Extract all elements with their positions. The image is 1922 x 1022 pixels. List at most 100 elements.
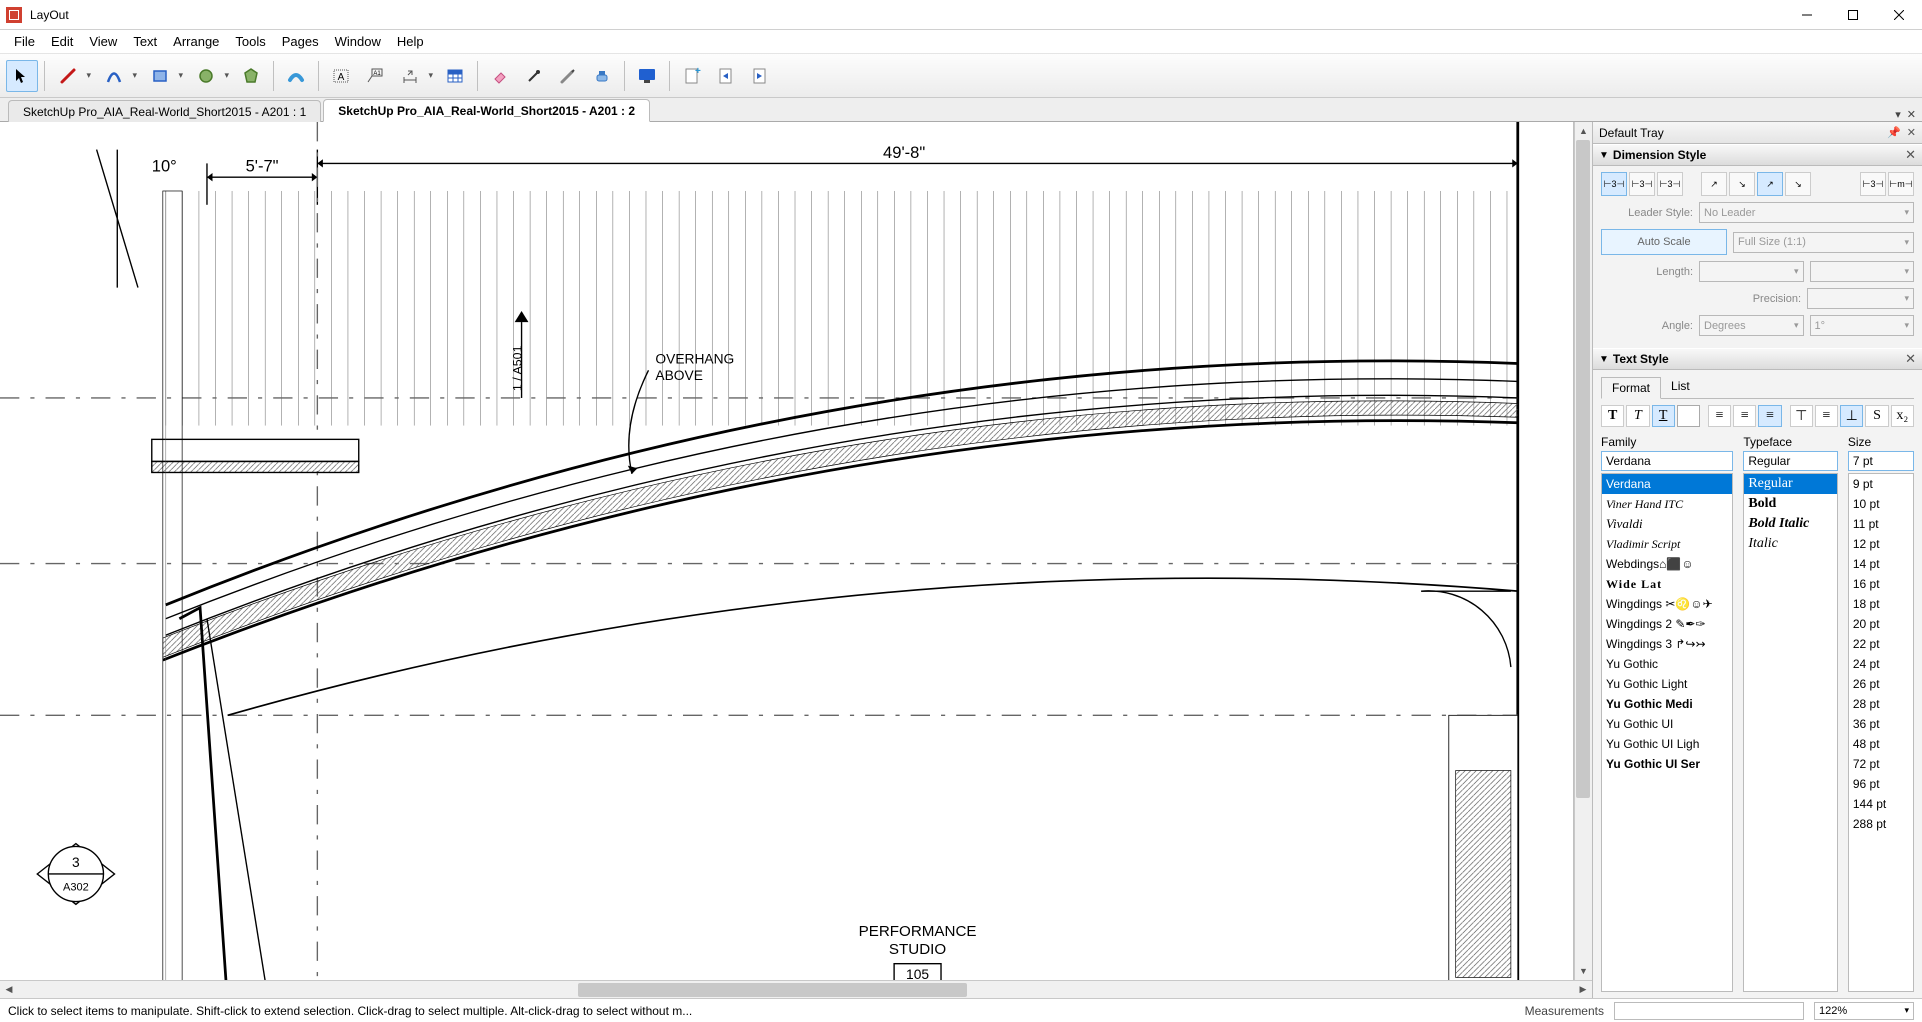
minimize-button[interactable] (1784, 0, 1830, 30)
bold-button[interactable]: T (1601, 405, 1624, 427)
vertical-scrollbar[interactable]: ▲ ▼ (1574, 122, 1592, 980)
family-input[interactable] (1601, 451, 1733, 471)
size-list[interactable]: 9 pt10 pt11 pt12 pt14 pt16 pt18 pt20 pt2… (1848, 473, 1914, 992)
italic-button[interactable]: T (1626, 405, 1649, 427)
document-tab-active[interactable]: SketchUp Pro_AIA_Real-World_Short2015 - … (323, 99, 650, 122)
size-option[interactable]: 144 pt (1849, 794, 1913, 814)
dim-ext-icon[interactable]: ⊢m⊣ (1888, 172, 1914, 196)
family-option[interactable]: Yu Gothic Medi (1602, 694, 1732, 714)
family-option[interactable]: Wide Lat (1602, 574, 1732, 594)
dim-align-auto-icon[interactable]: ↗ (1757, 172, 1783, 196)
style-tool[interactable] (518, 60, 550, 92)
family-option[interactable]: Wingdings ✂♌☺✈ (1602, 594, 1732, 614)
circle-tool[interactable] (189, 60, 233, 92)
size-option[interactable]: 11 pt (1849, 514, 1913, 534)
scroll-right-icon[interactable]: ▶ (1574, 982, 1592, 998)
menu-tools[interactable]: Tools (227, 31, 273, 52)
size-option[interactable]: 14 pt (1849, 554, 1913, 574)
prev-page-tool[interactable] (710, 60, 742, 92)
panel-close-icon[interactable]: ✕ (1905, 147, 1916, 163)
size-option[interactable]: 9 pt (1849, 474, 1913, 494)
add-page-tool[interactable]: + (676, 60, 708, 92)
tray-header[interactable]: Default Tray 📌✕ (1593, 122, 1922, 144)
align-center-button[interactable]: ≡ (1733, 405, 1756, 427)
size-option[interactable]: 288 pt (1849, 814, 1913, 834)
size-option[interactable]: 36 pt (1849, 714, 1913, 734)
align-right-button[interactable]: ≡ (1758, 405, 1781, 427)
menu-window[interactable]: Window (327, 31, 389, 52)
panel-close-icon[interactable]: ✕ (1905, 351, 1916, 367)
maximize-button[interactable] (1830, 0, 1876, 30)
dim-text-center-icon[interactable]: ⊢3⊣ (1629, 172, 1655, 196)
subtab-format[interactable]: Format (1601, 377, 1661, 399)
tray-close-icon[interactable]: ✕ (1907, 126, 1916, 139)
join-tool[interactable] (586, 60, 618, 92)
polygon-tool[interactable] (235, 60, 267, 92)
scrollbar-thumb[interactable] (1576, 140, 1590, 798)
drawing-canvas[interactable]: 3 A302 OVERHANG ABOVE 1 / A501 P (0, 122, 1574, 980)
label-tool[interactable]: A1 (359, 60, 391, 92)
dim-text-below-icon[interactable]: ⊢3⊣ (1657, 172, 1683, 196)
offset-tool[interactable] (280, 60, 312, 92)
eraser-tool[interactable] (484, 60, 516, 92)
subtab-list[interactable]: List (1661, 376, 1700, 398)
align-left-button[interactable]: ≡ (1708, 405, 1731, 427)
subscript-button[interactable]: x₂ (1891, 405, 1914, 427)
size-option[interactable]: 96 pt (1849, 774, 1913, 794)
dim-align-v-icon[interactable]: ↘ (1729, 172, 1755, 196)
pin-icon[interactable]: 📌 (1887, 126, 1901, 139)
tab-dropdown-icon[interactable]: ▾ (1895, 108, 1901, 121)
size-option[interactable]: 24 pt (1849, 654, 1913, 674)
zoom-select[interactable]: 122% (1814, 1002, 1914, 1020)
typeface-option[interactable]: Italic (1744, 534, 1837, 554)
angle-unit-select[interactable]: Degrees (1699, 315, 1804, 336)
size-option[interactable]: 28 pt (1849, 694, 1913, 714)
size-option[interactable]: 10 pt (1849, 494, 1913, 514)
family-option[interactable]: Yu Gothic Light (1602, 674, 1732, 694)
tab-close-icon[interactable]: ✕ (1907, 108, 1916, 121)
precision-select[interactable] (1807, 288, 1914, 309)
rectangle-tool[interactable] (143, 60, 187, 92)
valign-mid-button[interactable]: ≡ (1815, 405, 1838, 427)
menu-text[interactable]: Text (125, 31, 165, 52)
menu-edit[interactable]: Edit (43, 31, 81, 52)
strikethrough-button[interactable]: S (1865, 405, 1888, 427)
panel-text-style-header[interactable]: ▼ Text Style ✕ (1593, 348, 1922, 370)
typeface-option[interactable]: Bold Italic (1744, 514, 1837, 534)
family-list[interactable]: VerdanaViner Hand ITCVivaldiVladimir Scr… (1601, 473, 1733, 992)
arc-tool[interactable] (97, 60, 141, 92)
family-option[interactable]: Yu Gothic (1602, 654, 1732, 674)
menu-pages[interactable]: Pages (274, 31, 327, 52)
size-option[interactable]: 48 pt (1849, 734, 1913, 754)
dim-text-above-icon[interactable]: ⊢3⊣ (1601, 172, 1627, 196)
color-button[interactable] (1677, 405, 1700, 427)
horizontal-scrollbar[interactable]: ◀ ▶ (0, 980, 1592, 998)
presentation-tool[interactable] (631, 60, 663, 92)
valign-top-button[interactable]: ⊤ (1790, 405, 1813, 427)
dim-gap-icon[interactable]: ⊢3⊣ (1860, 172, 1886, 196)
angle-prec-select[interactable]: 1° (1810, 315, 1915, 336)
scrollbar-thumb[interactable] (578, 983, 967, 997)
select-tool[interactable] (6, 60, 38, 92)
size-option[interactable]: 22 pt (1849, 634, 1913, 654)
auto-scale-button[interactable]: Auto Scale (1601, 229, 1727, 255)
close-button[interactable] (1876, 0, 1922, 30)
size-option[interactable]: 16 pt (1849, 574, 1913, 594)
menu-view[interactable]: View (81, 31, 125, 52)
panel-dimension-style-header[interactable]: ▼ Dimension Style ✕ (1593, 144, 1922, 166)
next-page-tool[interactable] (744, 60, 776, 92)
valign-bot-button[interactable]: ⊥ (1840, 405, 1863, 427)
size-option[interactable]: 12 pt (1849, 534, 1913, 554)
family-option[interactable]: Yu Gothic UI (1602, 714, 1732, 734)
family-option[interactable]: Yu Gothic UI Ser (1602, 754, 1732, 774)
line-tool[interactable] (51, 60, 95, 92)
family-option[interactable]: Wingdings 2 ✎✒✑ (1602, 614, 1732, 634)
scroll-up-icon[interactable]: ▲ (1575, 122, 1592, 140)
size-option[interactable]: 20 pt (1849, 614, 1913, 634)
family-option[interactable]: Viner Hand ITC (1602, 494, 1732, 514)
family-option[interactable]: Wingdings 3 ↱↪↣ (1602, 634, 1732, 654)
dim-align-h-icon[interactable]: ↗ (1701, 172, 1727, 196)
family-option[interactable]: Verdana (1602, 474, 1732, 494)
typeface-input[interactable] (1743, 451, 1838, 471)
text-tool[interactable]: A (325, 60, 357, 92)
